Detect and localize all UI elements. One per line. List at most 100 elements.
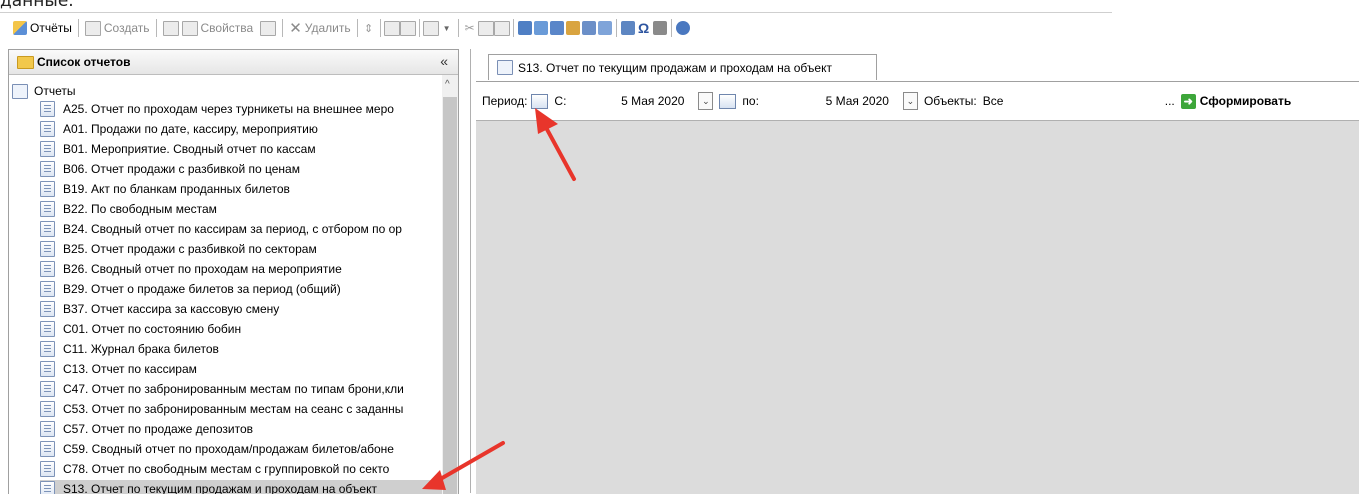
paste-icon[interactable] [493,17,510,39]
tree-item[interactable]: C53. Отчет по забронированным местам на … [40,400,442,418]
sort-icon[interactable]: ⇕ [361,17,377,39]
tree-item[interactable]: B26. Сводный отчет по проходам на меропр… [40,260,442,278]
toolbar-separator [379,19,381,37]
tree-item-label: C47. Отчет по забронированным местам по … [63,382,404,396]
report-icon [40,261,55,277]
copy-icon[interactable] [477,17,494,39]
tree-item-label: C11. Журнал брака билетов [63,342,219,356]
create-button[interactable]: Создать [82,17,153,39]
toolbar-separator [155,19,157,37]
calendar-icon[interactable] [531,93,549,109]
tool-icon-4[interactable] [565,17,581,39]
tree-item[interactable]: C01. Отчет по состоянию бобин [40,320,442,338]
tree-item[interactable]: C78. Отчет по свободным местам с группир… [40,460,442,478]
tool-icon-5[interactable] [581,17,597,39]
tree-root-node[interactable]: Отчеты [12,83,75,99]
tool-icon-6[interactable] [597,17,613,39]
to-date-field[interactable]: 5 Мая 2020 [779,91,897,111]
properties-button[interactable]: Свойства [160,17,280,39]
tree-item[interactable]: B01. Мероприятие. Сводный отчет по касса… [40,140,442,158]
report-icon [40,461,55,477]
objects-field[interactable]: Все [977,91,1143,111]
omega-icon[interactable]: Ω [636,17,652,39]
delete-icon: ✕ [289,20,302,37]
tree-item[interactable]: A01. Продажи по дате, кассиру, мероприят… [40,120,442,138]
chevron-down-icon: ⌄ [906,95,915,106]
report-icon [40,141,55,157]
tree-item[interactable]: B37. Отчет кассира за кассовую смену [40,300,442,318]
tool-icon-1[interactable] [517,17,533,39]
report-icon [40,181,55,197]
to-label: по: [742,94,759,108]
export-icon[interactable] [422,17,439,39]
tool-icon-2[interactable] [533,17,549,39]
create-button-label: Создать [103,21,150,35]
report-tab[interactable]: S13. Отчет по текущим продажам и прохода… [488,54,877,80]
tree-item-label: A01. Продажи по дате, кассиру, мероприят… [63,122,318,136]
calendar-icon[interactable] [719,93,737,109]
tree-item-label: B37. Отчет кассира за кассовую смену [63,302,280,316]
tree-item-label: B01. Мероприятие. Сводный отчет по касса… [63,142,316,156]
tree-item[interactable]: B06. Отчет продажи с разбивкой по ценам [40,160,442,178]
scrollbar-thumb[interactable] [443,97,457,494]
tree-item[interactable]: B22. По свободным местам [40,200,442,218]
tool-icon-3[interactable] [549,17,565,39]
checkbox-icon [162,20,179,36]
to-date-value: 5 Мая 2020 [825,94,889,108]
report-list-panel: Список отчетов « Отчеты A25. Отчет по пр… [8,49,459,494]
report-icon [40,401,55,417]
calendar-tool-icon[interactable] [620,17,636,39]
tree-item[interactable]: A25. Отчет по проходам через турникеты н… [40,100,442,118]
binoculars-icon[interactable] [652,17,668,39]
to-date-dropdown-button[interactable]: ⌄ [902,92,918,110]
reports-button[interactable]: Отчёты [10,17,75,39]
generate-button-label: Сформировать [1199,94,1292,108]
tree-item[interactable]: C59. Сводный отчет по проходам/продажам … [40,440,442,458]
browse-objects-button[interactable]: ... [1165,94,1175,108]
print-icon[interactable] [399,17,416,39]
tree-item[interactable]: B29. Отчет о продаже билетов за период (… [40,280,442,298]
tree-item[interactable]: C57. Отчет по продаже депозитов [40,420,442,438]
report-tab-strip: S13. Отчет по текущим продажам и прохода… [476,54,1359,82]
help-icon[interactable] [675,17,691,39]
save-icon [260,20,277,36]
tree-item-label: C13. Отчет по кассирам [63,362,197,376]
tree-item-label: C57. Отчет по продаже депозитов [63,422,253,436]
tree-item[interactable]: B19. Акт по бланкам проданных билетов [40,180,442,198]
chevron-down-icon: ⌄ [702,95,710,106]
tree-item-label: B26. Сводный отчет по проходам на меропр… [63,262,342,276]
report-icon [40,441,55,457]
export-dropdown-icon[interactable]: ▼ [439,17,455,39]
tree-item[interactable]: C47. Отчет по забронированным местам по … [40,380,442,398]
report-icon [40,201,55,217]
collapse-panel-button[interactable]: « [440,53,448,69]
generate-button[interactable]: ➜ Сформировать [1180,93,1292,109]
report-icon [40,341,55,357]
from-date-dropdown-button[interactable]: ⌄ [698,92,714,110]
main-toolbar: Отчёты Создать Свойства ✕ Удалить ⇕ ▼ ✂ … [10,16,691,40]
from-date-field[interactable]: 5 Мая 2020 [574,91,692,111]
report-list-scrollbar[interactable]: ^ [442,75,458,494]
reports-icon [13,21,27,35]
scroll-up-icon[interactable]: ^ [445,79,450,90]
tree-item[interactable]: C13. Отчет по кассирам [40,360,442,378]
tree-item-label: B25. Отчет продажи с разбивкой по сектор… [63,242,317,256]
report-list-header: Список отчетов « [9,50,458,75]
delete-button[interactable]: ✕ Удалить [286,17,353,39]
tree-item[interactable]: B24. Сводный отчет по кассирам за период… [40,220,442,238]
tree-item-label: B24. Сводный отчет по кассирам за период… [63,222,402,236]
tree-item[interactable]: C11. Журнал брака билетов [40,340,442,358]
tree-item-label: B19. Акт по бланкам проданных билетов [63,182,290,196]
cut-icon[interactable]: ✂ [462,17,478,39]
toolbar-separator [356,19,358,37]
objects-value: Все [982,94,1004,108]
properties-icon [181,20,198,36]
report-list-title: Список отчетов [37,55,131,69]
tree-item[interactable]: B25. Отчет продажи с разбивкой по сектор… [40,240,442,258]
period-label: Период: [482,94,528,108]
splitter[interactable] [470,49,471,493]
toolbar-separator [670,19,672,37]
preview-icon[interactable] [383,17,400,39]
from-date-value: 5 Мая 2020 [621,94,685,108]
tree-item[interactable]: S13. Отчет по текущим продажам и прохода… [40,480,442,494]
